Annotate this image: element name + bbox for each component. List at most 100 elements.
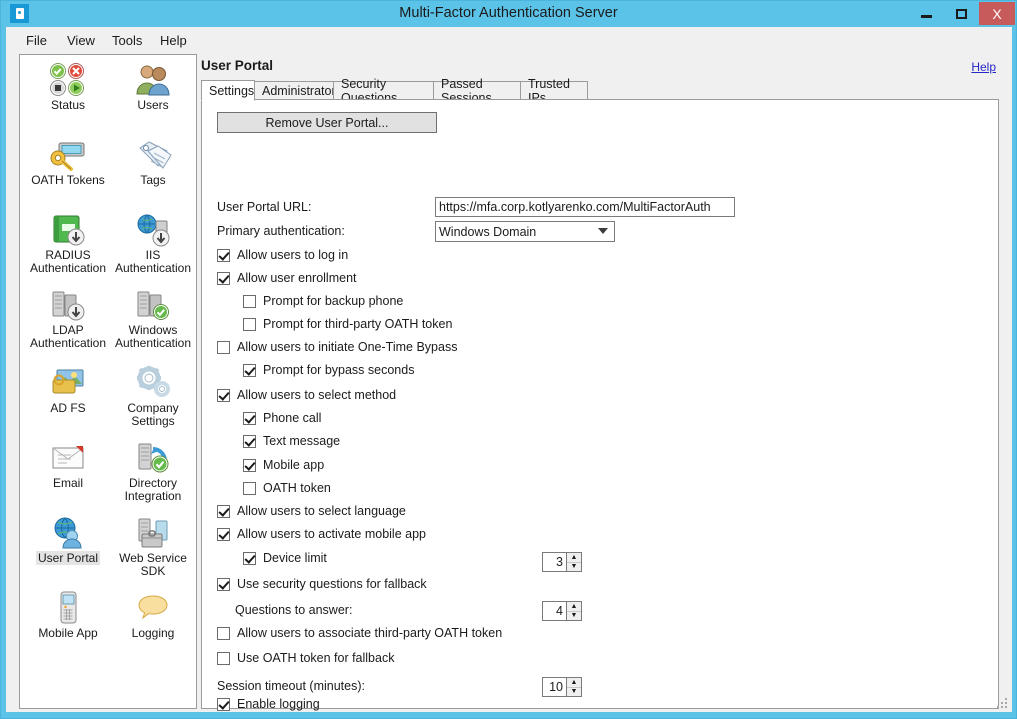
- checkbox-box-text-message[interactable]: [243, 434, 256, 448]
- sidebar-item-email[interactable]: Email: [25, 435, 111, 490]
- checkbox-box-use-oath-token-for-fallback[interactable]: [217, 651, 230, 665]
- checkbox-box-prompt-for-bypass-seconds[interactable]: [243, 363, 256, 377]
- checkbox-box-enable-logging[interactable]: [217, 697, 230, 711]
- sidebar-item-users[interactable]: Users: [110, 57, 196, 112]
- page-title: User Portal: [201, 58, 274, 73]
- primary-authentication-value: Windows Domain: [439, 224, 537, 239]
- questions-to-answer-up-icon[interactable]: ▲: [567, 602, 581, 612]
- sidebar-item-windows-authentication[interactable]: Windows Authentication: [110, 282, 196, 350]
- user-portal-globe-icon: [25, 510, 111, 550]
- sidebar-item-oath-tokens[interactable]: OATH Tokens: [25, 132, 111, 187]
- checkbox-allow-users-to-associate-third-party-oath-token[interactable]: Allow users to associate third-party OAT…: [217, 626, 502, 640]
- checkbox-prompt-for-third-party-oath-token[interactable]: Prompt for third-party OATH token: [243, 317, 452, 331]
- tab-administrators[interactable]: Administrators: [254, 81, 342, 100]
- sidebar-item-tags[interactable]: Tags: [110, 132, 196, 187]
- checkbox-label-use-security-questions-for-fallback: Use security questions for fallback: [237, 577, 427, 591]
- sidebar-item-mobile-app[interactable]: Mobile App: [25, 585, 111, 640]
- checkbox-box-allow-users-to-select-method[interactable]: [217, 388, 230, 402]
- session-timeout-stepper[interactable]: 10 ▲ ▼: [542, 677, 582, 697]
- checkbox-box-use-security-questions-for-fallback[interactable]: [217, 577, 230, 591]
- checkbox-allow-users-to-log-in[interactable]: Allow users to log in: [217, 248, 348, 262]
- checkbox-label-allow-users-to-select-method: Allow users to select method: [237, 388, 397, 402]
- checkbox-box-prompt-for-third-party-oath-token[interactable]: [243, 317, 256, 331]
- sidebar-item-directory-integration[interactable]: Directory Integration: [110, 435, 196, 503]
- sidebar-item-status[interactable]: Status: [25, 57, 111, 112]
- checkbox-box-allow-users-to-initiate-one-time-bypass[interactable]: [217, 340, 230, 354]
- checkbox-device-limit[interactable]: Device limit: [243, 551, 327, 565]
- checkbox-box-allow-user-enrollment[interactable]: [217, 271, 230, 285]
- questions-to-answer-down-icon[interactable]: ▼: [567, 612, 581, 621]
- resize-grip[interactable]: [997, 698, 1009, 710]
- checkbox-use-oath-token-for-fallback[interactable]: Use OATH token for fallback: [217, 651, 394, 665]
- sidebar-item-label: Logging: [131, 626, 175, 640]
- checkbox-box-oath-token[interactable]: [243, 481, 256, 495]
- email-envelope-icon: [25, 435, 111, 475]
- checkbox-box-phone-call[interactable]: [243, 411, 256, 425]
- primary-authentication-select[interactable]: Windows Domain: [435, 221, 615, 242]
- checkbox-mobile-app[interactable]: Mobile app: [243, 458, 324, 472]
- checkbox-allow-user-enrollment[interactable]: Allow user enrollment: [217, 271, 357, 285]
- help-link[interactable]: Help: [971, 60, 996, 74]
- checkbox-prompt-for-backup-phone[interactable]: Prompt for backup phone: [243, 294, 403, 308]
- checkbox-box-allow-users-to-log-in[interactable]: [217, 248, 230, 262]
- logging-speech-icon: [110, 585, 196, 625]
- checkbox-allow-users-to-activate-mobile-app[interactable]: Allow users to activate mobile app: [217, 527, 426, 541]
- user-portal-url-input[interactable]: [435, 197, 735, 217]
- tab-passed-sessions[interactable]: Passed Sessions: [433, 77, 521, 105]
- menu-file[interactable]: File: [18, 31, 55, 50]
- grip-dot: [997, 706, 999, 708]
- sidebar-item-radius-authentication[interactable]: RADIUS Authentication: [25, 207, 111, 275]
- session-timeout-up-icon[interactable]: ▲: [567, 678, 581, 688]
- sidebar-item-label: LDAP Authentication: [29, 323, 107, 350]
- sidebar-item-ldap-authentication[interactable]: LDAP Authentication: [25, 282, 111, 350]
- sidebar-item-iis-authentication[interactable]: IIS Authentication: [110, 207, 196, 275]
- checkbox-text-message[interactable]: Text message: [243, 434, 340, 448]
- checkbox-box-allow-users-to-associate-third-party-oath-token[interactable]: [217, 626, 230, 640]
- checkbox-use-security-questions-for-fallback[interactable]: Use security questions for fallback: [217, 577, 427, 591]
- settings-tab-panel: Remove User Portal... User Portal URL: P…: [201, 99, 999, 711]
- tab-settings[interactable]: Settings: [201, 80, 255, 101]
- sidebar-item-web-service-sdk[interactable]: Web Service SDK: [110, 510, 196, 578]
- checkbox-label-prompt-for-bypass-seconds: Prompt for bypass seconds: [263, 363, 415, 377]
- checkbox-allow-users-to-initiate-one-time-bypass[interactable]: Allow users to initiate One-Time Bypass: [217, 340, 457, 354]
- checkbox-allow-users-to-select-method[interactable]: Allow users to select method: [217, 388, 396, 402]
- oath-token-key-icon: [25, 132, 111, 172]
- remove-user-portal-button[interactable]: Remove User Portal...: [217, 112, 437, 133]
- device-limit-stepper[interactable]: 3 ▲ ▼: [542, 552, 582, 572]
- menu-tools[interactable]: Tools: [104, 31, 150, 50]
- checkbox-box-allow-users-to-select-language[interactable]: [217, 504, 230, 518]
- checkbox-label-allow-user-enrollment: Allow user enrollment: [237, 271, 357, 285]
- maximize-button[interactable]: [944, 2, 979, 25]
- checkbox-box-mobile-app[interactable]: [243, 458, 256, 472]
- session-timeout-down-icon[interactable]: ▼: [567, 688, 581, 697]
- checkbox-box-device-limit[interactable]: [243, 551, 256, 565]
- questions-to-answer-value: 4: [542, 601, 566, 621]
- checkbox-oath-token[interactable]: OATH token: [243, 481, 331, 495]
- sidebar-item-label: Email: [52, 476, 83, 490]
- tab-trusted-ips[interactable]: Trusted IPs: [520, 77, 588, 105]
- questions-to-answer-stepper[interactable]: 4 ▲ ▼: [542, 601, 582, 621]
- session-timeout-label: Session timeout (minutes):: [217, 679, 365, 693]
- sidebar-item-ad-fs[interactable]: AD FS: [25, 360, 111, 415]
- device-limit-value: 3: [542, 552, 566, 572]
- checkbox-label-oath-token: OATH token: [263, 481, 331, 495]
- menu-help[interactable]: Help: [152, 31, 195, 50]
- checkbox-allow-users-to-select-language[interactable]: Allow users to select language: [217, 504, 406, 518]
- checkbox-enable-logging[interactable]: Enable logging: [217, 697, 320, 711]
- questions-to-answer-label: Questions to answer:: [235, 603, 353, 617]
- sidebar-item-logging[interactable]: Logging: [110, 585, 196, 640]
- checkbox-box-prompt-for-backup-phone[interactable]: [243, 294, 256, 308]
- close-button[interactable]: X: [979, 2, 1015, 25]
- device-limit-up-icon[interactable]: ▲: [567, 553, 581, 563]
- tab-security-questions[interactable]: Security Questions: [333, 77, 434, 105]
- checkbox-prompt-for-bypass-seconds[interactable]: Prompt for bypass seconds: [243, 363, 414, 377]
- sidebar-item-user-portal[interactable]: User Portal: [25, 510, 111, 565]
- checkbox-box-allow-users-to-activate-mobile-app[interactable]: [217, 527, 230, 541]
- sidebar-item-company-settings[interactable]: Company Settings: [110, 360, 196, 428]
- minimize-button[interactable]: [909, 2, 944, 25]
- web-service-sdk-icon: [110, 510, 196, 550]
- checkbox-phone-call[interactable]: Phone call: [243, 411, 321, 425]
- sidebar-item-label: Directory Integration: [124, 476, 182, 503]
- device-limit-down-icon[interactable]: ▼: [567, 563, 581, 572]
- menu-view[interactable]: View: [59, 31, 103, 50]
